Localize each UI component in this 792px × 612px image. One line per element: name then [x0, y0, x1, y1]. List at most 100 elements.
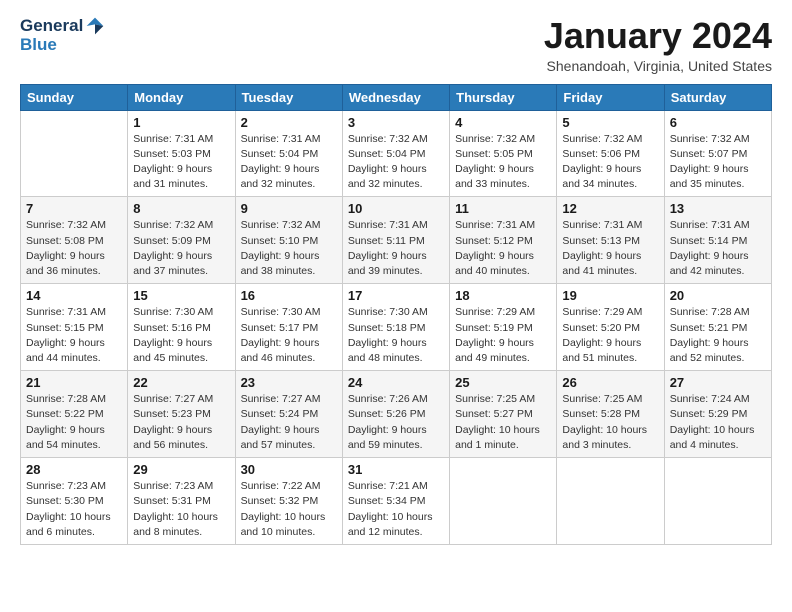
month-title: January 2024: [544, 16, 772, 56]
day-number: 6: [670, 115, 766, 130]
day-info: Sunrise: 7:31 AMSunset: 5:12 PMDaylight:…: [455, 218, 551, 279]
location: Shenandoah, Virginia, United States: [544, 58, 772, 74]
day-info: Sunrise: 7:23 AMSunset: 5:31 PMDaylight:…: [133, 479, 229, 540]
day-header: Monday: [128, 84, 235, 110]
day-info: Sunrise: 7:27 AMSunset: 5:23 PMDaylight:…: [133, 392, 229, 453]
day-info: Sunrise: 7:25 AMSunset: 5:28 PMDaylight:…: [562, 392, 658, 453]
calendar-cell: 8 Sunrise: 7:32 AMSunset: 5:09 PMDayligh…: [128, 197, 235, 284]
day-number: 19: [562, 288, 658, 303]
day-number: 24: [348, 375, 444, 390]
day-info: Sunrise: 7:30 AMSunset: 5:17 PMDaylight:…: [241, 305, 337, 366]
calendar-cell: [450, 458, 557, 545]
day-number: 10: [348, 201, 444, 216]
day-number: 8: [133, 201, 229, 216]
day-number: 1: [133, 115, 229, 130]
calendar-cell: 13 Sunrise: 7:31 AMSunset: 5:14 PMDaylig…: [664, 197, 771, 284]
page-header: General Blue January 2024 Shenandoah, Vi…: [20, 16, 772, 74]
day-info: Sunrise: 7:31 AMSunset: 5:14 PMDaylight:…: [670, 218, 766, 279]
calendar-cell: 30 Sunrise: 7:22 AMSunset: 5:32 PMDaylig…: [235, 458, 342, 545]
day-info: Sunrise: 7:30 AMSunset: 5:18 PMDaylight:…: [348, 305, 444, 366]
title-block: January 2024 Shenandoah, Virginia, Unite…: [544, 16, 772, 74]
day-header: Friday: [557, 84, 664, 110]
day-info: Sunrise: 7:32 AMSunset: 5:05 PMDaylight:…: [455, 132, 551, 193]
day-info: Sunrise: 7:32 AMSunset: 5:08 PMDaylight:…: [26, 218, 122, 279]
calendar-cell: 15 Sunrise: 7:30 AMSunset: 5:16 PMDaylig…: [128, 284, 235, 371]
day-info: Sunrise: 7:30 AMSunset: 5:16 PMDaylight:…: [133, 305, 229, 366]
day-number: 3: [348, 115, 444, 130]
day-info: Sunrise: 7:31 AMSunset: 5:13 PMDaylight:…: [562, 218, 658, 279]
day-header: Tuesday: [235, 84, 342, 110]
calendar-cell: 19 Sunrise: 7:29 AMSunset: 5:20 PMDaylig…: [557, 284, 664, 371]
day-number: 7: [26, 201, 122, 216]
day-number: 15: [133, 288, 229, 303]
calendar-cell: [21, 110, 128, 197]
logo-icon: [85, 16, 105, 36]
calendar-table: SundayMondayTuesdayWednesdayThursdayFrid…: [20, 84, 772, 545]
day-number: 26: [562, 375, 658, 390]
day-info: Sunrise: 7:31 AMSunset: 5:04 PMDaylight:…: [241, 132, 337, 193]
day-info: Sunrise: 7:31 AMSunset: 5:15 PMDaylight:…: [26, 305, 122, 366]
logo-blue: Blue: [20, 36, 57, 55]
day-number: 22: [133, 375, 229, 390]
calendar-cell: 21 Sunrise: 7:28 AMSunset: 5:22 PMDaylig…: [21, 371, 128, 458]
day-info: Sunrise: 7:31 AMSunset: 5:03 PMDaylight:…: [133, 132, 229, 193]
calendar-cell: 28 Sunrise: 7:23 AMSunset: 5:30 PMDaylig…: [21, 458, 128, 545]
day-info: Sunrise: 7:22 AMSunset: 5:32 PMDaylight:…: [241, 479, 337, 540]
day-number: 14: [26, 288, 122, 303]
day-number: 16: [241, 288, 337, 303]
day-number: 30: [241, 462, 337, 477]
day-number: 23: [241, 375, 337, 390]
calendar-cell: 9 Sunrise: 7:32 AMSunset: 5:10 PMDayligh…: [235, 197, 342, 284]
day-info: Sunrise: 7:32 AMSunset: 5:06 PMDaylight:…: [562, 132, 658, 193]
calendar-cell: 22 Sunrise: 7:27 AMSunset: 5:23 PMDaylig…: [128, 371, 235, 458]
day-number: 29: [133, 462, 229, 477]
day-info: Sunrise: 7:32 AMSunset: 5:07 PMDaylight:…: [670, 132, 766, 193]
calendar-cell: 11 Sunrise: 7:31 AMSunset: 5:12 PMDaylig…: [450, 197, 557, 284]
calendar-cell: 24 Sunrise: 7:26 AMSunset: 5:26 PMDaylig…: [342, 371, 449, 458]
calendar-cell: 12 Sunrise: 7:31 AMSunset: 5:13 PMDaylig…: [557, 197, 664, 284]
day-info: Sunrise: 7:21 AMSunset: 5:34 PMDaylight:…: [348, 479, 444, 540]
day-header: Thursday: [450, 84, 557, 110]
day-number: 5: [562, 115, 658, 130]
day-number: 11: [455, 201, 551, 216]
day-info: Sunrise: 7:23 AMSunset: 5:30 PMDaylight:…: [26, 479, 122, 540]
calendar-header-row: SundayMondayTuesdayWednesdayThursdayFrid…: [21, 84, 772, 110]
calendar-cell: 18 Sunrise: 7:29 AMSunset: 5:19 PMDaylig…: [450, 284, 557, 371]
calendar-cell: 23 Sunrise: 7:27 AMSunset: 5:24 PMDaylig…: [235, 371, 342, 458]
logo: General Blue: [20, 16, 105, 55]
calendar-cell: 27 Sunrise: 7:24 AMSunset: 5:29 PMDaylig…: [664, 371, 771, 458]
calendar-cell: 6 Sunrise: 7:32 AMSunset: 5:07 PMDayligh…: [664, 110, 771, 197]
calendar-cell: 3 Sunrise: 7:32 AMSunset: 5:04 PMDayligh…: [342, 110, 449, 197]
day-info: Sunrise: 7:24 AMSunset: 5:29 PMDaylight:…: [670, 392, 766, 453]
day-number: 17: [348, 288, 444, 303]
calendar-cell: 20 Sunrise: 7:28 AMSunset: 5:21 PMDaylig…: [664, 284, 771, 371]
calendar-week-row: 1 Sunrise: 7:31 AMSunset: 5:03 PMDayligh…: [21, 110, 772, 197]
calendar-cell: 16 Sunrise: 7:30 AMSunset: 5:17 PMDaylig…: [235, 284, 342, 371]
day-number: 27: [670, 375, 766, 390]
calendar-cell: 4 Sunrise: 7:32 AMSunset: 5:05 PMDayligh…: [450, 110, 557, 197]
calendar-cell: [557, 458, 664, 545]
logo-general: General: [20, 17, 83, 36]
day-info: Sunrise: 7:32 AMSunset: 5:10 PMDaylight:…: [241, 218, 337, 279]
day-number: 12: [562, 201, 658, 216]
calendar-cell: 14 Sunrise: 7:31 AMSunset: 5:15 PMDaylig…: [21, 284, 128, 371]
calendar-cell: 17 Sunrise: 7:30 AMSunset: 5:18 PMDaylig…: [342, 284, 449, 371]
day-number: 4: [455, 115, 551, 130]
day-info: Sunrise: 7:32 AMSunset: 5:04 PMDaylight:…: [348, 132, 444, 193]
calendar-cell: 25 Sunrise: 7:25 AMSunset: 5:27 PMDaylig…: [450, 371, 557, 458]
day-info: Sunrise: 7:32 AMSunset: 5:09 PMDaylight:…: [133, 218, 229, 279]
day-number: 31: [348, 462, 444, 477]
day-info: Sunrise: 7:28 AMSunset: 5:21 PMDaylight:…: [670, 305, 766, 366]
day-header: Sunday: [21, 84, 128, 110]
day-number: 21: [26, 375, 122, 390]
day-info: Sunrise: 7:25 AMSunset: 5:27 PMDaylight:…: [455, 392, 551, 453]
day-number: 2: [241, 115, 337, 130]
day-number: 20: [670, 288, 766, 303]
calendar-cell: 31 Sunrise: 7:21 AMSunset: 5:34 PMDaylig…: [342, 458, 449, 545]
calendar-cell: 1 Sunrise: 7:31 AMSunset: 5:03 PMDayligh…: [128, 110, 235, 197]
calendar-cell: 29 Sunrise: 7:23 AMSunset: 5:31 PMDaylig…: [128, 458, 235, 545]
calendar-week-row: 28 Sunrise: 7:23 AMSunset: 5:30 PMDaylig…: [21, 458, 772, 545]
day-info: Sunrise: 7:29 AMSunset: 5:20 PMDaylight:…: [562, 305, 658, 366]
day-header: Wednesday: [342, 84, 449, 110]
day-number: 9: [241, 201, 337, 216]
